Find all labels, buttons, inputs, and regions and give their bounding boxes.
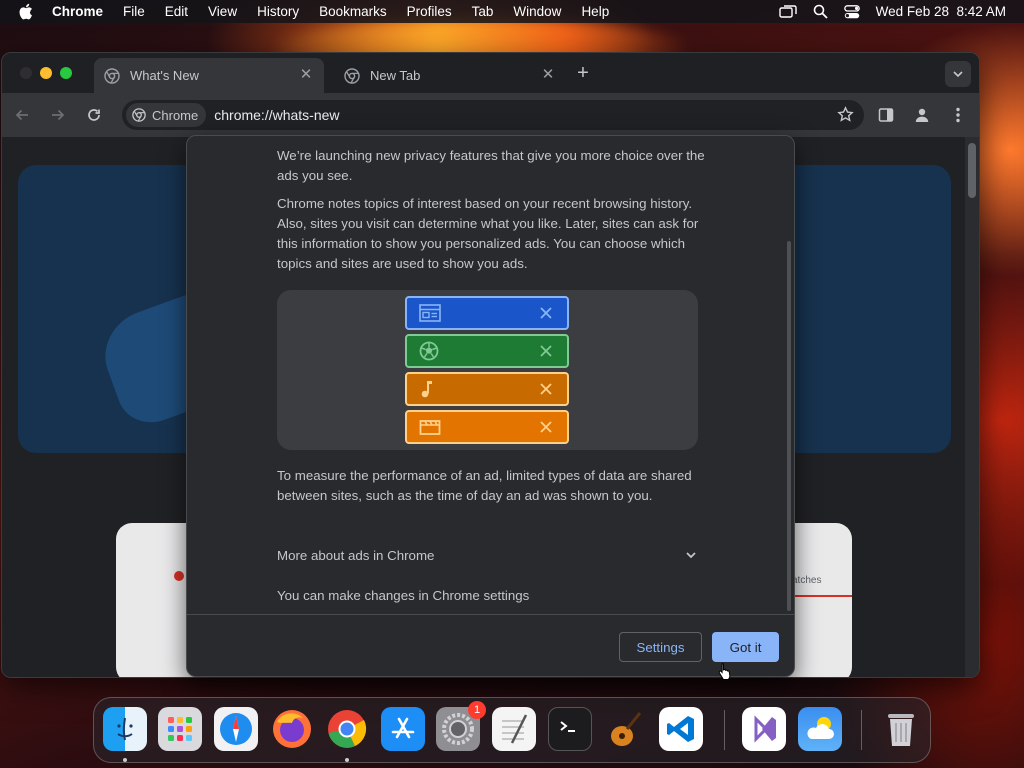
back-icon[interactable] (10, 103, 34, 127)
menu-tab[interactable]: Tab (472, 4, 494, 19)
reload-icon[interactable] (82, 103, 106, 127)
menu-app-name[interactable]: Chrome (52, 4, 103, 19)
forward-icon[interactable] (46, 103, 70, 127)
profile-icon[interactable] (910, 103, 934, 127)
accordion-label: More about ads in Chrome (277, 547, 435, 563)
menu-bar: Chrome File Edit View History Bookmarks … (0, 0, 1024, 23)
topics-illustration (277, 290, 698, 450)
topics-explanation-text: Chrome notes topics of interest based on… (277, 196, 699, 271)
movie-icon (419, 420, 441, 435)
close-tab-icon[interactable]: ✕ (298, 67, 314, 83)
ad-measurement-text: To measure the performance of an ad, lim… (277, 468, 692, 503)
topic-row-movies (405, 410, 569, 444)
ad-privacy-dialog: We’re launching new privacy features tha… (186, 135, 795, 677)
settings-note-text: You can make changes in Chrome settings (277, 588, 530, 603)
tab-title: New Tab (370, 68, 421, 83)
search-icon[interactable] (813, 4, 828, 19)
chrome-logo-icon (132, 108, 146, 122)
privacy-intro-text: We’re launching new privacy features tha… (277, 148, 705, 183)
hand-cursor-icon (718, 662, 732, 685)
remove-topic-icon (540, 345, 552, 357)
vscode-dock-icon[interactable] (659, 707, 703, 751)
tab-whats-new[interactable]: What's New ✕ (94, 58, 324, 93)
topic-row-news (405, 296, 569, 330)
garageband-dock-icon[interactable] (603, 707, 647, 751)
chrome-dock-icon[interactable] (325, 707, 369, 751)
got-it-button[interactable]: Got it (712, 632, 779, 662)
app-store-dock-icon[interactable] (381, 707, 425, 751)
finder-running-indicator (123, 758, 127, 762)
side-panel-icon[interactable] (874, 103, 898, 127)
notification-badge: 1 (468, 701, 486, 719)
chrome-favicon-icon (344, 67, 360, 84)
menu-clock[interactable]: Wed Feb 28 8:42 AM (876, 4, 1006, 19)
dock-separator (861, 710, 862, 750)
url-text[interactable]: chrome://whats-new (214, 107, 339, 123)
menu-window[interactable]: Window (513, 4, 561, 19)
feature-card-label: atches (792, 575, 822, 586)
chevron-down-icon (686, 552, 696, 559)
page-scrollbar[interactable] (965, 137, 979, 677)
tab-search-button[interactable] (945, 61, 971, 87)
address-bar[interactable]: Chrome chrome://whats-new (122, 100, 864, 130)
trash-dock-icon[interactable] (879, 707, 923, 751)
chevron-down-icon (953, 71, 963, 78)
textedit-dock-icon[interactable] (492, 707, 536, 751)
launchpad-dock-icon[interactable] (158, 707, 202, 751)
remove-topic-icon (540, 383, 552, 395)
topic-row-music (405, 372, 569, 406)
weather-dock-icon[interactable] (798, 707, 842, 751)
dialog-divider (187, 614, 794, 615)
minimize-window-button[interactable] (40, 67, 52, 79)
dialog-body: We’re launching new privacy features tha… (187, 136, 794, 614)
finder-dock-icon[interactable] (103, 707, 147, 751)
remove-topic-icon (540, 421, 552, 433)
menu-file[interactable]: File (123, 4, 145, 19)
dock-separator (724, 710, 725, 750)
more-about-ads-accordion[interactable]: More about ads in Chrome (277, 544, 697, 566)
site-info-chip[interactable]: Chrome (126, 103, 207, 127)
dialog-scrollbar[interactable] (787, 241, 791, 611)
tab-title: What's New (130, 68, 199, 83)
chrome-running-indicator (345, 758, 349, 762)
sports-icon (419, 341, 439, 361)
toolbar: Chrome chrome://whats-new (2, 93, 979, 137)
topic-row-sports (405, 334, 569, 368)
more-menu-icon[interactable] (946, 103, 970, 127)
chrome-favicon-icon (104, 67, 120, 84)
menu-help[interactable]: Help (581, 4, 609, 19)
dock (93, 697, 931, 763)
accent-line (792, 595, 852, 597)
news-icon (419, 304, 441, 322)
menu-view[interactable]: View (208, 4, 237, 19)
tab-strip: What's New ✕ New Tab ✕ + (2, 53, 979, 93)
menu-history[interactable]: History (257, 4, 299, 19)
safari-dock-icon[interactable] (214, 707, 258, 751)
visual-studio-dock-icon[interactable] (742, 707, 786, 751)
site-chip-label: Chrome (152, 107, 199, 123)
menu-edit[interactable]: Edit (165, 4, 188, 19)
close-window-button[interactable] (20, 67, 32, 79)
tab-new-tab[interactable]: New Tab ✕ (334, 58, 566, 93)
screen-mirroring-icon[interactable] (778, 4, 797, 19)
close-tab-icon[interactable]: ✕ (540, 67, 556, 83)
menu-profiles[interactable]: Profiles (407, 4, 452, 19)
settings-button[interactable]: Settings (619, 632, 702, 662)
window-controls (20, 67, 72, 79)
menu-bookmarks[interactable]: Bookmarks (319, 4, 387, 19)
page-scrollbar-thumb[interactable] (968, 143, 976, 198)
remove-topic-icon (540, 307, 552, 319)
red-dot-icon (174, 571, 184, 581)
music-icon (421, 381, 432, 398)
maximize-window-button[interactable] (60, 67, 72, 79)
bookmark-star-icon[interactable] (837, 106, 854, 128)
apple-icon[interactable] (18, 3, 36, 21)
new-tab-button[interactable]: + (572, 63, 594, 85)
firefox-dock-icon[interactable] (270, 707, 314, 751)
terminal-dock-icon[interactable] (548, 707, 592, 751)
control-center-icon[interactable] (843, 4, 860, 19)
